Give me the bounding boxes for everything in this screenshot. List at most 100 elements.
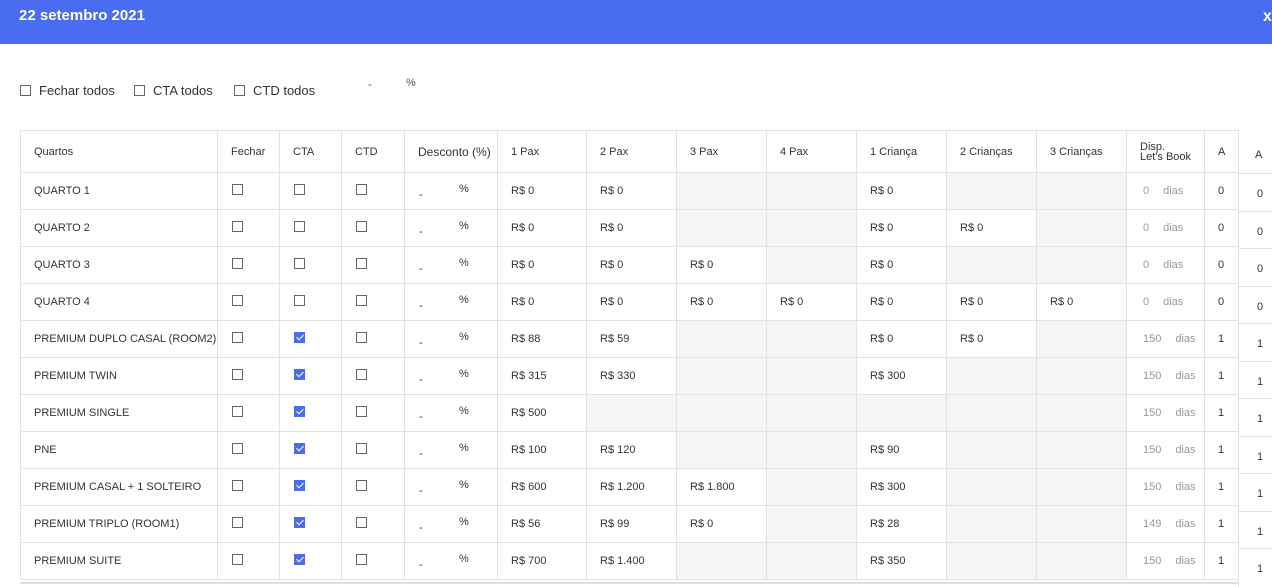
cta-all-checkbox[interactable]: CTA todos xyxy=(134,83,213,98)
ctd-checkbox[interactable] xyxy=(356,406,367,417)
close-checkbox[interactable] xyxy=(232,369,243,380)
ctd-checkbox[interactable] xyxy=(356,221,367,232)
ctd-checkbox[interactable] xyxy=(356,554,367,565)
price-2-pax[interactable]: R$ 330 xyxy=(586,357,677,395)
cta-checkbox[interactable] xyxy=(294,258,305,269)
discount-input[interactable]: - xyxy=(419,411,423,423)
availability-value[interactable]: 150 xyxy=(1143,407,1161,419)
discount-input[interactable]: - xyxy=(419,559,423,571)
price-1-child[interactable]: R$ 300 xyxy=(856,468,947,506)
price-1-child[interactable]: R$ 0 xyxy=(856,320,947,358)
horizontal-scrollbar[interactable] xyxy=(20,582,1238,584)
cta-checkbox[interactable] xyxy=(294,295,305,306)
price-2-children[interactable]: R$ 0 xyxy=(946,320,1037,358)
price-2-pax[interactable]: R$ 1.400 xyxy=(586,542,677,580)
bulk-discount-input[interactable]: - xyxy=(368,79,372,91)
cta-checkbox[interactable] xyxy=(294,184,305,195)
discount-input[interactable]: - xyxy=(419,522,423,534)
discount-input[interactable]: - xyxy=(419,337,423,349)
availability-value[interactable]: 149 xyxy=(1143,518,1161,530)
price-1-child[interactable]: R$ 300 xyxy=(856,357,947,395)
close-checkbox[interactable] xyxy=(232,258,243,269)
cta-checkbox[interactable] xyxy=(294,332,305,343)
availability-cell[interactable]: 150 dias xyxy=(1126,394,1205,432)
discount-cell[interactable]: -% xyxy=(404,357,498,395)
discount-cell[interactable]: -% xyxy=(404,468,498,506)
cta-checkbox[interactable] xyxy=(294,517,305,528)
availability-cell[interactable]: 0 dias xyxy=(1126,172,1205,210)
close-checkbox[interactable] xyxy=(232,517,243,528)
price-2-pax[interactable]: R$ 99 xyxy=(586,505,677,543)
availability-cell[interactable]: 150 dias xyxy=(1126,468,1205,506)
price-3-pax[interactable]: R$ 0 xyxy=(676,283,767,321)
availability-cell[interactable]: 0 dias xyxy=(1126,283,1205,321)
cta-checkbox[interactable] xyxy=(294,443,305,454)
close-checkbox[interactable] xyxy=(232,184,243,195)
discount-input[interactable]: - xyxy=(419,226,423,238)
availability-value[interactable]: 0 xyxy=(1143,185,1149,197)
discount-input[interactable]: - xyxy=(419,263,423,275)
price-1-child[interactable]: R$ 0 xyxy=(856,172,947,210)
ctd-checkbox[interactable] xyxy=(356,258,367,269)
price-1-child[interactable]: R$ 350 xyxy=(856,542,947,580)
discount-cell[interactable]: -% xyxy=(404,246,498,284)
checkbox-icon[interactable] xyxy=(234,85,245,96)
price-2-pax[interactable]: R$ 59 xyxy=(586,320,677,358)
price-1-pax[interactable]: R$ 0 xyxy=(497,246,587,284)
price-2-children[interactable]: R$ 0 xyxy=(946,209,1037,247)
close-icon[interactable]: x xyxy=(1263,8,1272,26)
availability-value[interactable]: 150 xyxy=(1143,555,1161,567)
price-3-pax[interactable]: R$ 0 xyxy=(676,246,767,284)
price-1-pax[interactable]: R$ 700 xyxy=(497,542,587,580)
price-2-pax[interactable]: R$ 0 xyxy=(586,283,677,321)
discount-cell[interactable]: -% xyxy=(404,505,498,543)
ctd-checkbox[interactable] xyxy=(356,443,367,454)
ctd-checkbox[interactable] xyxy=(356,332,367,343)
discount-input[interactable]: - xyxy=(419,374,423,386)
cta-checkbox[interactable] xyxy=(294,554,305,565)
price-3-pax[interactable]: R$ 0 xyxy=(676,505,767,543)
discount-cell[interactable]: -% xyxy=(404,209,498,247)
close-checkbox[interactable] xyxy=(232,221,243,232)
availability-cell[interactable]: 0 dias xyxy=(1126,209,1205,247)
price-4-pax[interactable]: R$ 0 xyxy=(766,283,857,321)
price-3-pax[interactable]: R$ 1.800 xyxy=(676,468,767,506)
price-1-pax[interactable]: R$ 0 xyxy=(497,172,587,210)
discount-cell[interactable]: -% xyxy=(404,172,498,210)
close-checkbox[interactable] xyxy=(232,332,243,343)
discount-input[interactable]: - xyxy=(419,189,423,201)
price-1-child[interactable]: R$ 28 xyxy=(856,505,947,543)
close-checkbox[interactable] xyxy=(232,406,243,417)
price-1-child[interactable]: R$ 0 xyxy=(856,283,947,321)
price-1-pax[interactable]: R$ 0 xyxy=(497,283,587,321)
price-1-pax[interactable]: R$ 100 xyxy=(497,431,587,469)
cta-checkbox[interactable] xyxy=(294,369,305,380)
availability-value[interactable]: 150 xyxy=(1143,370,1161,382)
ctd-checkbox[interactable] xyxy=(356,517,367,528)
price-1-child[interactable]: R$ 0 xyxy=(856,209,947,247)
cta-checkbox[interactable] xyxy=(294,406,305,417)
close-checkbox[interactable] xyxy=(232,554,243,565)
availability-cell[interactable]: 150 dias xyxy=(1126,542,1205,580)
price-1-pax[interactable]: R$ 0 xyxy=(497,209,587,247)
availability-value[interactable]: 0 xyxy=(1143,296,1149,308)
discount-cell[interactable]: -% xyxy=(404,394,498,432)
availability-cell[interactable]: 150 dias xyxy=(1126,431,1205,469)
price-2-pax[interactable]: R$ 1.200 xyxy=(586,468,677,506)
price-2-pax[interactable]: R$ 120 xyxy=(586,431,677,469)
ctd-all-checkbox[interactable]: CTD todos xyxy=(234,83,315,98)
availability-cell[interactable]: 150 dias xyxy=(1126,320,1205,358)
price-2-pax[interactable]: R$ 0 xyxy=(586,209,677,247)
close-checkbox[interactable] xyxy=(232,480,243,491)
close-checkbox[interactable] xyxy=(232,295,243,306)
discount-cell[interactable]: -% xyxy=(404,320,498,358)
checkbox-icon[interactable] xyxy=(134,85,145,96)
price-1-child[interactable]: R$ 90 xyxy=(856,431,947,469)
ctd-checkbox[interactable] xyxy=(356,295,367,306)
availability-value[interactable]: 0 xyxy=(1143,222,1149,234)
close-all-checkbox[interactable]: Fechar todos xyxy=(20,83,115,98)
price-1-pax[interactable]: R$ 500 xyxy=(497,394,587,432)
price-2-children[interactable]: R$ 0 xyxy=(946,283,1037,321)
price-1-pax[interactable]: R$ 88 xyxy=(497,320,587,358)
discount-cell[interactable]: -% xyxy=(404,431,498,469)
